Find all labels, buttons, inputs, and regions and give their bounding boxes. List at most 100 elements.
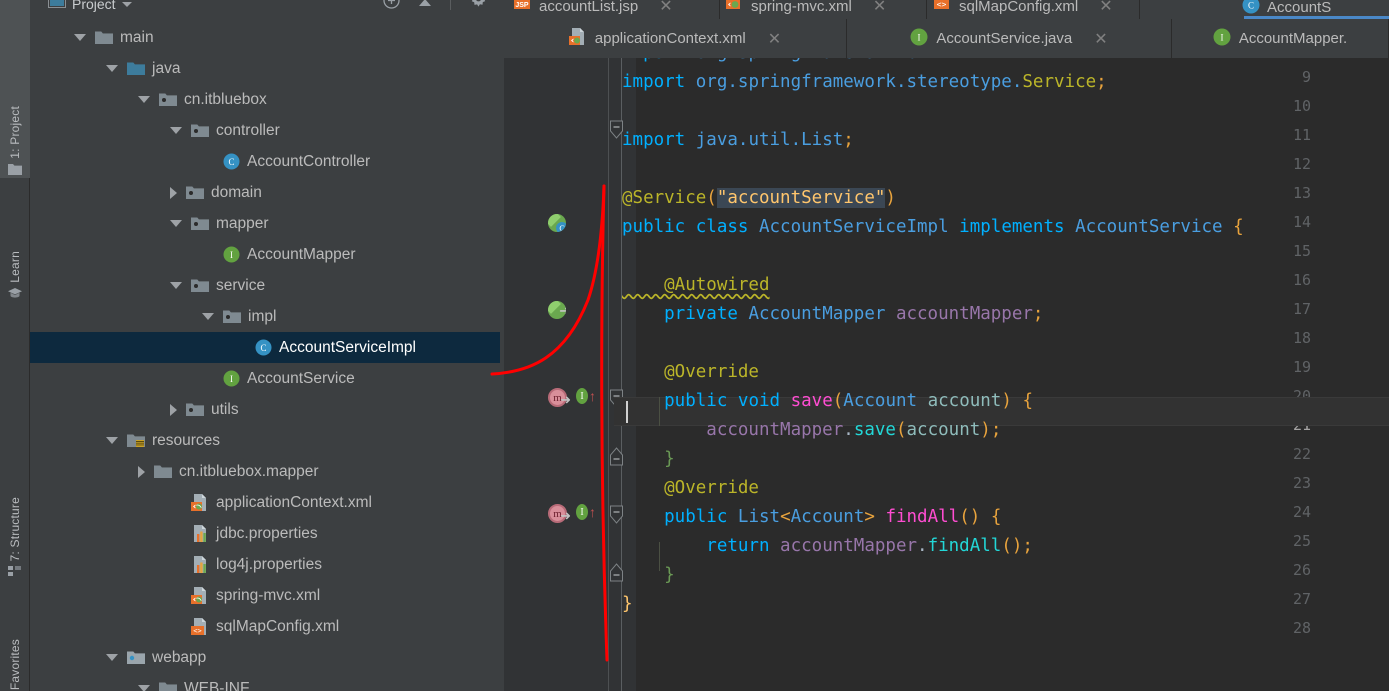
close-icon[interactable]: ✕: [1099, 0, 1112, 16]
editor-tab-accountservice-java[interactable]: I AccountService.java ✕: [847, 19, 1173, 58]
tree-item-spring-mvc-xml[interactable]: spring-mvc.xml: [30, 580, 504, 611]
editor-tab-label: AccountS: [1267, 0, 1332, 16]
tree-item-accountserviceimpl[interactable]: C AccountServiceImpl: [30, 332, 504, 363]
tree-item-mapper[interactable]: mapper: [30, 208, 504, 239]
ide-window: 1: Project Learn 7: Structure Favorites …: [0, 0, 1389, 691]
chevron-right-icon[interactable]: [170, 186, 177, 199]
tree-item-label: jdbc.properties: [216, 524, 318, 542]
line-number: 23: [1292, 474, 1311, 492]
chevron-down-icon[interactable]: [106, 65, 118, 72]
svg-text:C: C: [1248, 1, 1254, 11]
tree-item-accountmapper[interactable]: I AccountMapper: [30, 239, 504, 270]
tree-item-label: AccountService: [247, 369, 355, 387]
hide-icon[interactable]: [418, 0, 432, 12]
chevron-down-icon[interactable]: [170, 282, 182, 289]
tree-item-utils[interactable]: utils: [30, 394, 504, 425]
tree-item-accountservice[interactable]: I AccountService: [30, 363, 504, 394]
code-line: }: [622, 594, 633, 614]
chevron-down-icon[interactable]: [170, 220, 182, 227]
override-method-icon[interactable]: m ➜: [548, 388, 571, 408]
close-icon[interactable]: ✕: [768, 29, 781, 49]
editor-tab-row-lower[interactable]: applicationContext.xml ✕ I AccountService.j…: [504, 19, 1389, 58]
close-icon[interactable]: ✕: [659, 0, 672, 16]
project-panel-header: Project: [30, 0, 504, 22]
editor-tab-sqlmapconfig-xml[interactable]: <> sqlMapConfig.xml ✕: [934, 0, 1113, 16]
line-number: 14: [1292, 213, 1311, 231]
collapse-all-icon[interactable]: [383, 0, 400, 14]
tree-item-web-inf[interactable]: WEB-INF: [30, 673, 504, 691]
spring-autowired-icon[interactable]: ➜: [548, 301, 568, 321]
editor-tab-spring-mvc-xml[interactable]: spring-mvc.xml ✕: [726, 0, 886, 16]
sidebar-item-favorites-label: Favorites: [8, 638, 22, 690]
tree-item-impl[interactable]: impl: [30, 301, 504, 332]
chevron-down-icon[interactable]: [121, 1, 132, 7]
chevron-down-icon[interactable]: [202, 313, 214, 320]
tree-item-main[interactable]: main: [30, 22, 504, 53]
close-icon[interactable]: ✕: [1094, 29, 1107, 49]
xml-file-icon: <>: [191, 618, 209, 635]
tree-item-controller[interactable]: controller: [30, 115, 504, 146]
sidebar-item-learn[interactable]: Learn: [0, 182, 30, 302]
java-class-icon: C: [223, 153, 240, 170]
override-method-icon[interactable]: m ➜: [548, 504, 571, 524]
svg-text:C: C: [260, 343, 266, 353]
tree-item-log4j-properties[interactable]: log4j.properties: [30, 549, 504, 580]
java-class-icon: C: [255, 339, 272, 356]
editor-tab-row-upper[interactable]: JSP accountList.jsp ✕ spring-mvc.xml ✕ <> sqlM…: [504, 0, 1389, 19]
code-line: public class AccountServiceImpl implemen…: [622, 217, 1244, 237]
sidebar-item-project[interactable]: 1: Project: [0, 0, 30, 178]
chevron-right-icon[interactable]: [138, 465, 145, 478]
code-editor[interactable]: 910111213141516171819202122232425262728 …: [504, 58, 1389, 691]
tab-separator: [719, 0, 720, 19]
svg-text:<>: <>: [193, 627, 201, 635]
tree-item-webapp[interactable]: webapp: [30, 642, 504, 673]
tree-item-service[interactable]: service: [30, 270, 504, 301]
tree-item-label: applicationContext.xml: [216, 493, 372, 511]
editor-tab-applicationcontext-xml[interactable]: applicationContext.xml ✕: [504, 19, 847, 58]
close-icon[interactable]: ✕: [873, 0, 886, 16]
editor-gutter[interactable]: [504, 58, 614, 691]
folder-icon: [154, 464, 172, 479]
editor-tab-label: AccountService.java: [936, 30, 1073, 47]
tree-item-domain[interactable]: domain: [30, 177, 504, 208]
tree-item-sqlmapconfig-xml[interactable]: <> sqlMapConfig.xml: [30, 611, 504, 642]
project-tree[interactable]: main java cn.itbluebox controller C AccountCo…: [30, 22, 504, 691]
tree-item-accountcontroller[interactable]: C AccountController: [30, 146, 504, 177]
tree-item-resources[interactable]: resources: [30, 425, 504, 456]
tree-item-applicationcontext-xml[interactable]: applicationContext.xml: [30, 487, 504, 518]
sidebar-item-structure[interactable]: 7: Structure: [0, 430, 30, 580]
package-icon: [191, 216, 209, 231]
tab-separator: [1139, 0, 1140, 19]
chevron-down-icon[interactable]: [138, 96, 150, 103]
tree-item-label: controller: [216, 121, 280, 139]
project-panel-title-group[interactable]: Project: [48, 0, 132, 21]
code-line: private AccountMapper accountMapper;: [622, 304, 1044, 324]
implementing-method-icon[interactable]: I ↑: [576, 504, 596, 524]
line-number: 19: [1292, 358, 1311, 376]
spring-bean-icon[interactable]: C: [548, 214, 568, 234]
chevron-right-icon[interactable]: [170, 403, 177, 416]
tree-item-cn-itbluebox-mapper[interactable]: cn.itbluebox.mapper: [30, 456, 504, 487]
line-number: 10: [1292, 97, 1311, 115]
tree-item-jdbc-properties[interactable]: jdbc.properties: [30, 518, 504, 549]
package-icon: [191, 278, 209, 293]
editor-tab-accountlist-jsp[interactable]: JSP accountList.jsp ✕: [514, 0, 673, 16]
tree-item-java[interactable]: java: [30, 53, 504, 84]
settings-gear-icon[interactable]: [469, 0, 488, 15]
chevron-down-icon[interactable]: [138, 685, 150, 691]
tree-item-cn-itbluebox[interactable]: cn.itbluebox: [30, 84, 504, 115]
chevron-down-icon[interactable]: [170, 127, 182, 134]
folder-icon: [159, 681, 177, 691]
chevron-down-icon[interactable]: [106, 437, 118, 444]
sidebar-item-favorites[interactable]: Favorites: [0, 590, 30, 690]
line-number: 11: [1292, 126, 1311, 144]
chevron-down-icon[interactable]: [74, 34, 86, 41]
chevron-down-icon[interactable]: [106, 654, 118, 661]
implementing-method-icon[interactable]: I ↑: [576, 388, 596, 408]
folder-icon: [95, 30, 113, 45]
editor-tab-accountmapper-[interactable]: I AccountMapper.: [1172, 19, 1389, 58]
tab-separator: [926, 0, 927, 19]
project-window-icon: [48, 0, 66, 13]
page-title: Project: [72, 0, 116, 12]
editor-tab-label: applicationContext.xml: [594, 30, 746, 47]
